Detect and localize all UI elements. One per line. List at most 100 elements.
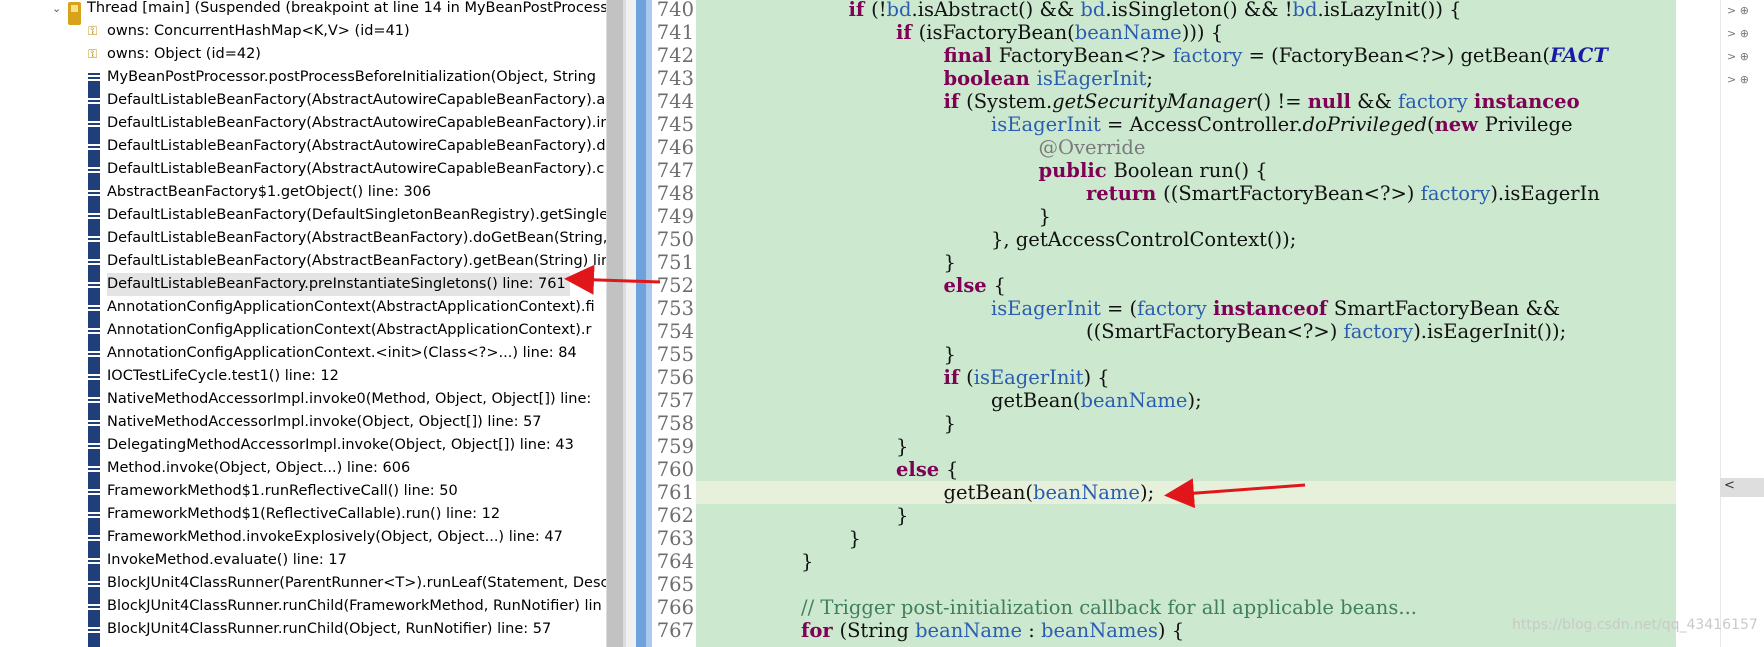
monitor-lock-icon: ⚿ bbox=[88, 24, 98, 38]
code-line[interactable]: @Override bbox=[1039, 136, 1146, 159]
line-number: 766 bbox=[656, 596, 694, 619]
stack-row-label: IOCTestLifeCycle.test1() line: 12 bbox=[107, 368, 339, 384]
line-number: 755 bbox=[656, 343, 694, 366]
stack-frame-item[interactable]: AnnotationConfigApplicationContext.<init… bbox=[0, 342, 606, 372]
stack-frame-item[interactable]: BlockJUnit4ClassRunner.runChild(Framewor… bbox=[0, 595, 606, 625]
code-line[interactable]: final FactoryBean<?> factory = (FactoryB… bbox=[944, 44, 1608, 67]
stack-frame-item[interactable]: AnnotationConfigApplicationContext(Abstr… bbox=[0, 296, 606, 326]
stack-frame-item[interactable]: NativeMethodAccessorImpl.invoke(Object, … bbox=[0, 411, 606, 441]
stack-frame-item[interactable]: MyBeanPostProcessor.postProcessBeforeIni… bbox=[0, 66, 606, 96]
current-line-highlight bbox=[696, 481, 1676, 504]
code-line[interactable]: } bbox=[896, 435, 908, 458]
stack-row-label: BlockJUnit4ClassRunner.runChild(Framewor… bbox=[107, 598, 602, 614]
line-number: 748 bbox=[656, 182, 694, 205]
thread-node[interactable]: ⌄ Thread [main] (Suspended (breakpoint at… bbox=[0, 0, 606, 25]
stack-row-label: AnnotationConfigApplicationContext.<init… bbox=[107, 345, 577, 361]
line-number: 749 bbox=[656, 205, 694, 228]
stack-frame-item[interactable]: BlockJUnit4ClassRunner(ParentRunner<T>).… bbox=[0, 572, 606, 602]
line-number: 747 bbox=[656, 159, 694, 182]
code-line[interactable]: if (isEagerInit) { bbox=[944, 366, 1110, 389]
code-editor[interactable]: 740 if (!bd.isAbstract() && bd.isSingleto… bbox=[636, 0, 1676, 647]
stack-row-label: DelegatingMethodAccessorImpl.invoke(Obje… bbox=[107, 437, 574, 453]
stack-row-label: NativeMethodAccessorImpl.invoke(Object, … bbox=[107, 414, 542, 430]
stack-frame-item[interactable]: DelegatingMethodAccessorImpl.invoke(Obje… bbox=[0, 434, 606, 464]
stack-frame-item[interactable]: AnnotationConfigApplicationContext(Abstr… bbox=[0, 319, 606, 349]
code-line[interactable]: public Boolean run() { bbox=[1039, 159, 1268, 182]
stack-frame-item[interactable]: BlockJUnit4ClassRunner.runChild(Object, … bbox=[0, 618, 606, 647]
stack-frame-icon bbox=[88, 625, 100, 647]
stack-frame-item[interactable]: DefaultListableBeanFactory.preInstantiat… bbox=[0, 273, 606, 303]
stack-frame-item[interactable]: DefaultListableBeanFactory(AbstractAutow… bbox=[0, 135, 606, 165]
stack-frame-item[interactable]: DefaultListableBeanFactory(AbstractAutow… bbox=[0, 158, 606, 188]
monitor-lock-icon: ⚿ bbox=[88, 47, 98, 61]
line-number: 746 bbox=[656, 136, 694, 159]
stack-frame-item[interactable]: FrameworkMethod.invokeExplosively(Object… bbox=[0, 526, 606, 556]
stack-frame-item[interactable]: DefaultListableBeanFactory(AbstractBeanF… bbox=[0, 227, 606, 257]
stack-frame-item[interactable]: DefaultListableBeanFactory(AbstractAutow… bbox=[0, 89, 606, 119]
stack-row-label: DefaultListableBeanFactory(AbstractAutow… bbox=[107, 161, 605, 177]
code-line[interactable]: isEagerInit = (factory instanceof SmartF… bbox=[991, 297, 1560, 320]
code-line[interactable]: } bbox=[944, 412, 956, 435]
code-line[interactable]: if (isFactoryBean(beanName))) { bbox=[896, 21, 1223, 44]
stack-frame-item[interactable]: FrameworkMethod$1.runReflectiveCall() li… bbox=[0, 480, 606, 510]
stack-row-label: DefaultListableBeanFactory(DefaultSingle… bbox=[107, 207, 606, 223]
code-line[interactable]: else { bbox=[896, 458, 958, 481]
code-line[interactable]: // Trigger post-initialization callback … bbox=[801, 596, 1417, 619]
line-number: 767 bbox=[656, 619, 694, 642]
stack-row-label: owns: Object (id=42) bbox=[107, 46, 261, 62]
stack-frame-item[interactable]: DefaultListableBeanFactory(DefaultSingle… bbox=[0, 204, 606, 234]
code-line[interactable]: getBean(beanName); bbox=[944, 481, 1155, 504]
line-number: 744 bbox=[656, 90, 694, 113]
panel-divider[interactable] bbox=[626, 0, 636, 647]
stack-frame-item[interactable]: InvokeMethod.evaluate() line: 17 bbox=[0, 549, 606, 579]
code-line[interactable]: } bbox=[944, 343, 956, 366]
monitor-item[interactable]: ⚿ owns: ConcurrentHashMap<K,V> (id=41) bbox=[0, 20, 606, 43]
stack-row-label: MyBeanPostProcessor.postProcessBeforeIni… bbox=[107, 69, 597, 85]
stack-frame-item[interactable]: FrameworkMethod$1(ReflectiveCallable).ru… bbox=[0, 503, 606, 533]
line-number: 753 bbox=[656, 297, 694, 320]
code-line[interactable]: isEagerInit = AccessController.doPrivile… bbox=[991, 113, 1572, 136]
code-line[interactable]: boolean isEagerInit; bbox=[944, 67, 1153, 90]
code-line[interactable]: } bbox=[1039, 205, 1051, 228]
stack-frame-item[interactable]: DefaultListableBeanFactory(AbstractAutow… bbox=[0, 112, 606, 142]
code-line[interactable]: }, getAccessControlContext()); bbox=[991, 228, 1296, 251]
stack-row-label: AnnotationConfigApplicationContext(Abstr… bbox=[107, 299, 595, 315]
stack-row-label: DefaultListableBeanFactory.preInstantiat… bbox=[107, 273, 570, 296]
code-line[interactable]: return ((SmartFactoryBean<?>) factory).i… bbox=[1086, 182, 1600, 205]
stack-frame-item[interactable]: Method.invoke(Object, Object...) line: 6… bbox=[0, 457, 606, 487]
code-line[interactable]: } bbox=[801, 550, 813, 573]
collapse-arrow-icon[interactable]: ⌄ bbox=[52, 0, 61, 20]
monitor-item[interactable]: ⚿ owns: Object (id=42) bbox=[0, 43, 606, 66]
code-line[interactable]: getBean(beanName); bbox=[991, 389, 1202, 412]
stack-scrollbar-thumb[interactable] bbox=[607, 0, 623, 647]
code-line[interactable]: } bbox=[896, 504, 908, 527]
line-number: 742 bbox=[656, 44, 694, 67]
line-number: 745 bbox=[656, 113, 694, 136]
scroll-left-icon[interactable]: < bbox=[1724, 478, 1735, 493]
code-line[interactable]: } bbox=[944, 251, 956, 274]
stack-row-label: FrameworkMethod.invokeExplosively(Object… bbox=[107, 529, 563, 545]
stack-frame-item[interactable]: IOCTestLifeCycle.test1() line: 12 bbox=[0, 365, 606, 395]
outline-item[interactable]: > ⊕ bbox=[1727, 73, 1749, 86]
stack-row-label: AnnotationConfigApplicationContext(Abstr… bbox=[107, 322, 592, 338]
line-number: 740 bbox=[656, 0, 694, 21]
outline-item[interactable]: > ⊕ bbox=[1727, 4, 1749, 17]
code-line[interactable]: ((SmartFactoryBean<?>) factory).isEagerI… bbox=[1086, 320, 1566, 343]
line-number: 750 bbox=[656, 228, 694, 251]
outline-item[interactable]: > ⊕ bbox=[1727, 50, 1749, 63]
stack-frame-item[interactable]: DefaultListableBeanFactory(AbstractBeanF… bbox=[0, 250, 606, 280]
line-number: 757 bbox=[656, 389, 694, 412]
code-line[interactable]: if (!bd.isAbstract() && bd.isSingleton()… bbox=[849, 0, 1462, 21]
outline-item[interactable]: > ⊕ bbox=[1727, 27, 1749, 40]
line-number: 758 bbox=[656, 412, 694, 435]
code-line[interactable]: else { bbox=[944, 274, 1006, 297]
code-line[interactable]: for (String beanName : beanNames) { bbox=[801, 619, 1184, 642]
stack-frame-item[interactable]: AbstractBeanFactory$1.getObject() line: … bbox=[0, 181, 606, 211]
stack-frame-item[interactable]: NativeMethodAccessorImpl.invoke0(Method,… bbox=[0, 388, 606, 418]
line-number: 751 bbox=[656, 251, 694, 274]
line-number: 743 bbox=[656, 67, 694, 90]
code-line[interactable]: } bbox=[849, 527, 861, 550]
stack-row-label: DefaultListableBeanFactory(AbstractAutow… bbox=[107, 138, 606, 154]
code-line[interactable]: if (System.getSecurityManager() != null … bbox=[944, 90, 1580, 113]
line-number: 762 bbox=[656, 504, 694, 527]
